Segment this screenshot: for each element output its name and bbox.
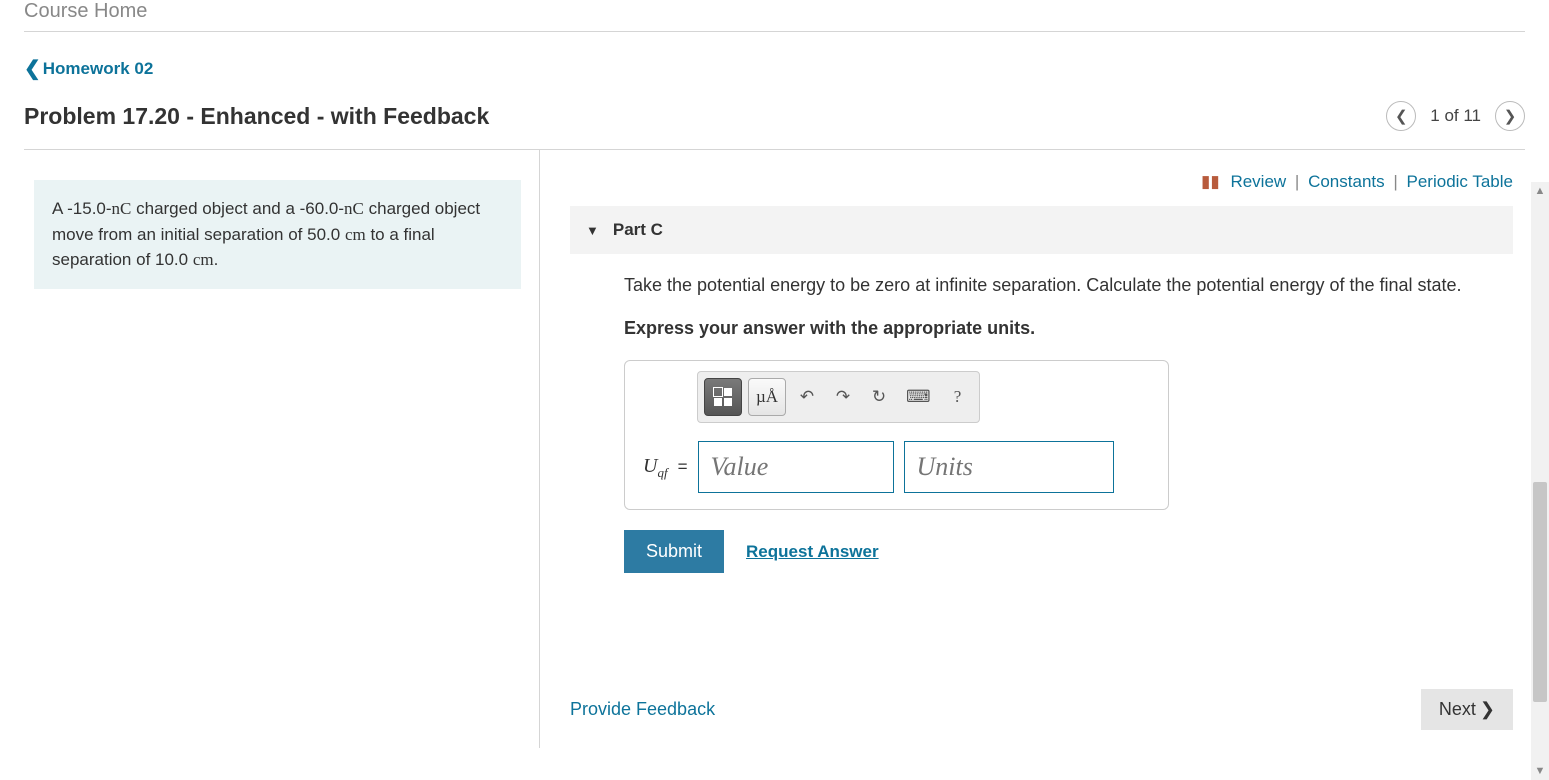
variable-label: Uqf	[643, 451, 668, 483]
problem-statement-panel: A -15.0-nC charged object and a -60.0-nC…	[24, 150, 540, 748]
text: .	[214, 250, 219, 269]
chevron-right-icon: ❯	[1504, 107, 1517, 125]
next-problem-button[interactable]: ❯	[1495, 101, 1525, 131]
part-header[interactable]: ▼ Part C	[570, 206, 1513, 254]
variable-sub: qf	[657, 465, 667, 480]
book-icon: ▮▮	[1201, 172, 1220, 191]
chevron-left-icon: ❮	[1395, 107, 1408, 125]
undo-button[interactable]: ↶	[792, 378, 822, 416]
scroll-thumb[interactable]	[1533, 482, 1547, 702]
chevron-left-icon: ❮	[24, 56, 41, 81]
answer-panel: µÅ ↶ ↷ ↻ ⌨ ?	[624, 360, 1169, 510]
review-link[interactable]: Review	[1230, 172, 1286, 191]
separator: |	[1295, 172, 1299, 191]
back-link-label: Homework 02	[43, 59, 154, 79]
course-home-breadcrumb[interactable]: Course Home	[0, 0, 1549, 31]
text: charged object and a -60.0-	[131, 199, 344, 218]
redo-icon: ↷	[836, 384, 850, 410]
scroll-up-button[interactable]: ▲	[1531, 182, 1549, 200]
keyboard-button[interactable]: ⌨	[900, 378, 937, 416]
unit: nC	[344, 199, 364, 218]
help-button[interactable]: ?	[943, 378, 973, 416]
provide-feedback-link[interactable]: Provide Feedback	[570, 699, 715, 720]
text: A -15.0-	[52, 199, 112, 218]
next-label: Next	[1439, 699, 1476, 720]
constants-link[interactable]: Constants	[1308, 172, 1385, 191]
reset-icon: ↻	[872, 384, 886, 410]
next-button[interactable]: Next ❯	[1421, 689, 1513, 730]
keyboard-icon: ⌨	[906, 384, 931, 410]
templates-icon	[714, 388, 732, 406]
part-label: Part C	[613, 220, 663, 240]
value-input[interactable]	[698, 441, 894, 493]
units-instruction: Express your answer with the appropriate…	[624, 315, 1503, 342]
undo-icon: ↶	[800, 384, 814, 410]
problem-title: Problem 17.20 - Enhanced - with Feedback	[24, 103, 489, 130]
chevron-right-icon: ❯	[1480, 699, 1495, 720]
scroll-down-button[interactable]: ▼	[1531, 762, 1549, 780]
prev-problem-button[interactable]: ❮	[1386, 101, 1416, 131]
separator: |	[1393, 172, 1397, 191]
templates-button[interactable]	[704, 378, 742, 416]
pager: ❮ 1 of 11 ❯	[1386, 101, 1525, 131]
submit-button[interactable]: Submit	[624, 530, 724, 573]
units-symbol-button[interactable]: µÅ	[748, 378, 786, 416]
resource-links: ▮▮ Review | Constants | Periodic Table	[570, 172, 1513, 192]
pager-text: 1 of 11	[1430, 106, 1481, 126]
scrollbar[interactable]: ▲ ▼	[1531, 182, 1549, 780]
periodic-table-link[interactable]: Periodic Table	[1407, 172, 1513, 191]
redo-button[interactable]: ↷	[828, 378, 858, 416]
unit: cm	[345, 225, 366, 244]
answer-input-row: Uqf =	[635, 441, 1158, 493]
units-input[interactable]	[904, 441, 1114, 493]
chevron-down-icon: ▼	[586, 223, 599, 238]
request-answer-link[interactable]: Request Answer	[746, 539, 879, 565]
equals-sign: =	[678, 454, 688, 480]
answer-toolbar: µÅ ↶ ↷ ↻ ⌨ ?	[697, 371, 980, 423]
problem-statement: A -15.0-nC charged object and a -60.0-nC…	[34, 180, 521, 289]
reset-button[interactable]: ↻	[864, 378, 894, 416]
back-link[interactable]: ❮ Homework 02	[24, 56, 153, 81]
variable-main: U	[643, 455, 657, 477]
unit: nC	[112, 199, 132, 218]
unit: cm	[193, 250, 214, 269]
part-instruction: Take the potential energy to be zero at …	[624, 272, 1503, 299]
